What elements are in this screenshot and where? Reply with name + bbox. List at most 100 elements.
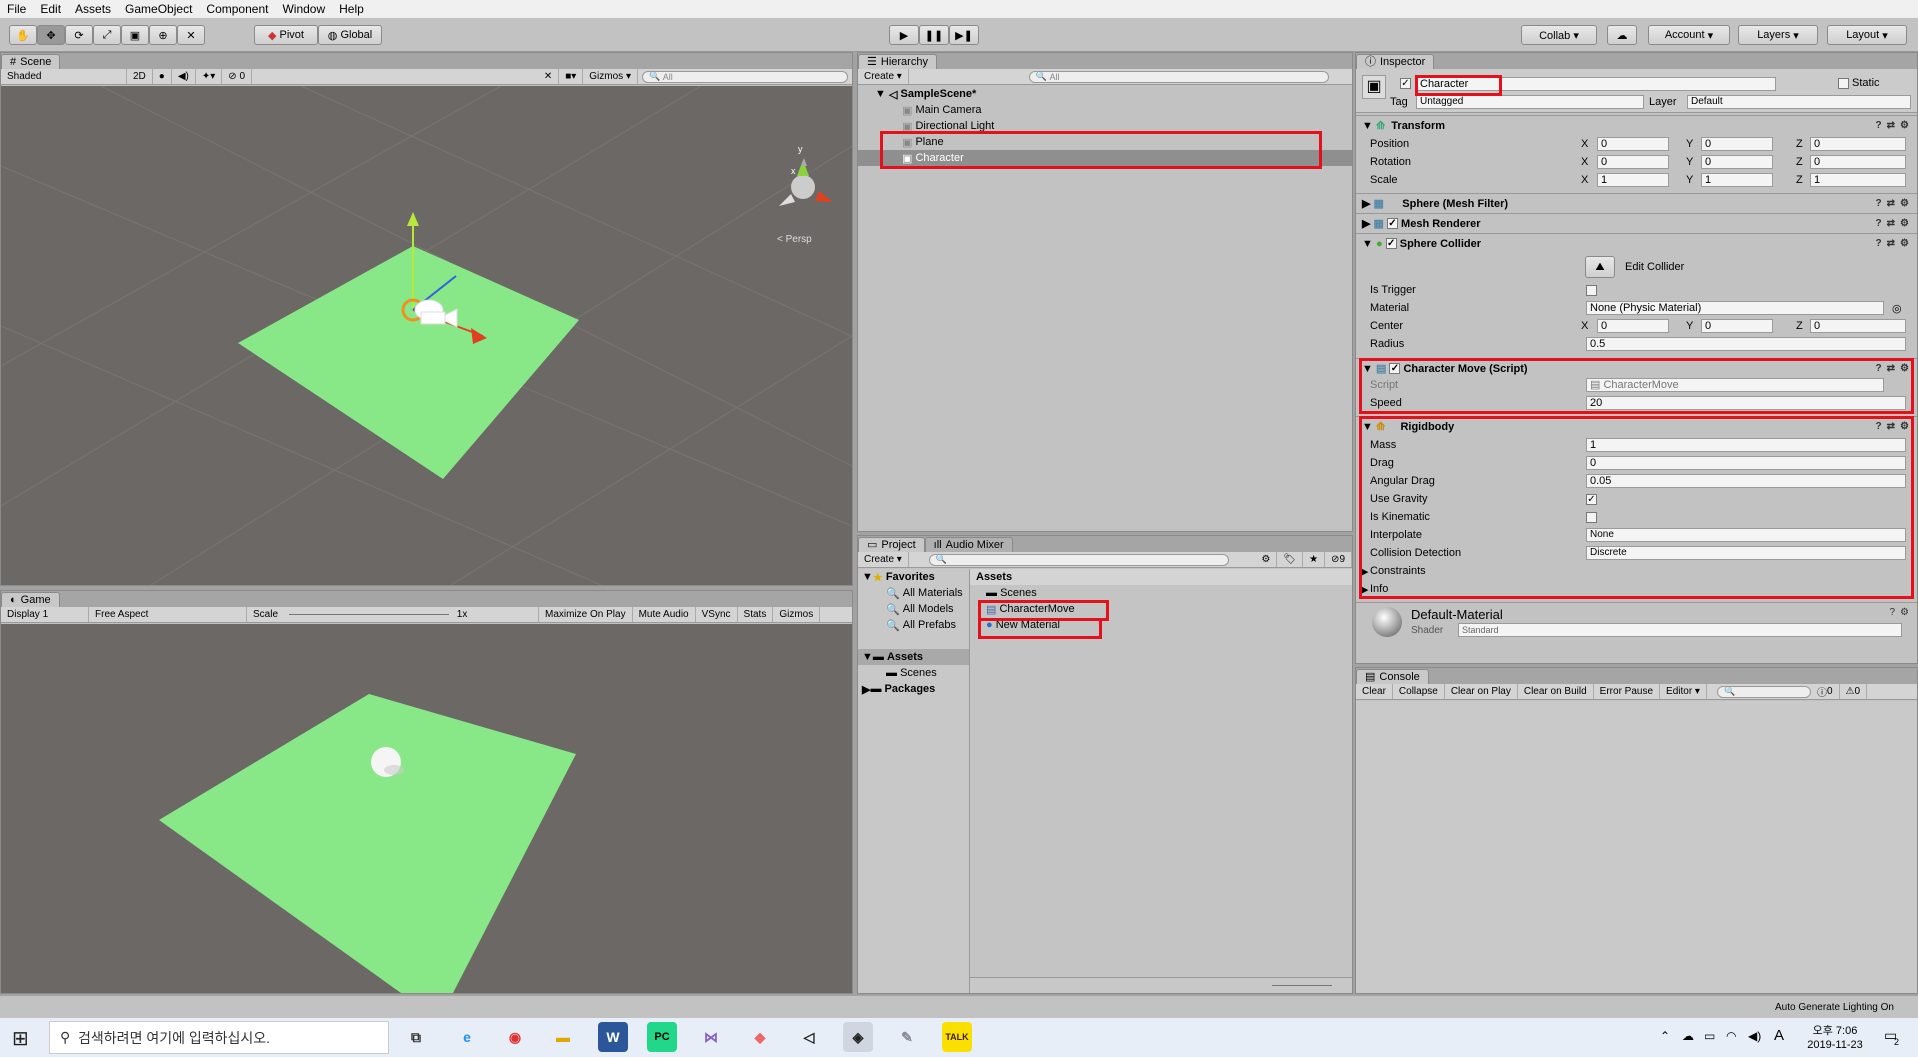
radius-field[interactable]: 0.5: [1586, 337, 1906, 351]
aspect-dropdown[interactable]: Free Aspect: [89, 607, 247, 622]
hidden-layers-icon[interactable]: ⊘ 0: [222, 69, 253, 84]
hierarchy-create-dropdown[interactable]: Create ▾: [858, 69, 909, 84]
scale-y[interactable]: 1: [1701, 173, 1773, 187]
settings-gear-icon[interactable]: ⚙: [1900, 421, 1909, 432]
sphere-collider-header[interactable]: ▼ ● ✓ Sphere Collider? ⇄ ⚙: [1356, 233, 1917, 253]
tag-dropdown[interactable]: Untagged: [1416, 95, 1644, 109]
play-button[interactable]: ▶: [889, 25, 919, 45]
layer-dropdown[interactable]: Default: [1687, 95, 1911, 109]
tree-packages-item[interactable]: ▶ ▬ Packages: [858, 681, 969, 697]
position-z[interactable]: 0: [1810, 137, 1906, 151]
preset-icon[interactable]: ⇄: [1887, 363, 1895, 374]
help-icon[interactable]: ?: [1876, 218, 1882, 229]
layout-dropdown[interactable]: Layout ▾: [1827, 25, 1907, 45]
tab-inspector[interactable]: ⓘ Inspector: [1356, 54, 1435, 69]
console-clear-button[interactable]: Clear: [1356, 684, 1393, 699]
internet-explorer-icon[interactable]: e: [452, 1022, 482, 1052]
console-info-filter[interactable]: ⓘ 0: [1811, 684, 1840, 699]
filter-label-icon[interactable]: 🏷: [1277, 552, 1304, 567]
center-y[interactable]: 0: [1701, 319, 1773, 333]
menu-help[interactable]: Help: [332, 2, 371, 16]
tab-project[interactable]: ▭ Project: [858, 537, 925, 552]
file-new-material[interactable]: ● New Material: [970, 617, 1352, 633]
tab-game[interactable]: ◐ Game: [1, 592, 60, 607]
favorite-all-models[interactable]: 🔍 All Models: [858, 601, 969, 617]
tab-console[interactable]: ▤ Console: [1356, 669, 1429, 684]
static-checkbox[interactable]: [1838, 78, 1849, 89]
console-clear-on-build-button[interactable]: Clear on Build: [1518, 684, 1594, 699]
icon-size-slider[interactable]: [1272, 985, 1332, 986]
effects-icon[interactable]: ✦▾: [196, 69, 223, 84]
console-clear-on-play-button[interactable]: Clear on Play: [1445, 684, 1518, 699]
2d-toggle[interactable]: 2D: [127, 69, 153, 84]
menu-component[interactable]: Component: [199, 2, 275, 16]
hidden-packages-icon[interactable]: ⊘ 9: [1325, 552, 1352, 567]
maximize-on-play-toggle[interactable]: Maximize On Play: [539, 607, 633, 622]
rotation-y[interactable]: 0: [1701, 155, 1773, 169]
use-gravity-checkbox[interactable]: ✓: [1586, 493, 1597, 505]
is-kinematic-checkbox[interactable]: [1586, 511, 1597, 523]
settings-gear-icon[interactable]: ⚙: [1900, 120, 1909, 131]
account-dropdown[interactable]: Account ▾: [1648, 25, 1730, 45]
battery-icon[interactable]: ▭: [1704, 1029, 1715, 1043]
persp-label[interactable]: < Persp: [777, 234, 812, 245]
kakaotalk-icon[interactable]: TALK: [942, 1022, 972, 1052]
console-editor-dropdown[interactable]: Editor ▾: [1660, 684, 1707, 699]
help-icon[interactable]: ?: [1876, 363, 1882, 374]
center-x[interactable]: 0: [1597, 319, 1669, 333]
position-y[interactable]: 0: [1701, 137, 1773, 151]
shader-dropdown[interactable]: Standard: [1458, 623, 1902, 637]
constraints-row[interactable]: ▶ Constraints: [1356, 562, 1917, 580]
settings-gear-icon[interactable]: ⚙: [1900, 198, 1909, 209]
custom-tool-icon[interactable]: ✕: [177, 25, 205, 45]
preset-icon[interactable]: ⇄: [1887, 218, 1895, 229]
help-icon[interactable]: ?: [1876, 120, 1882, 131]
shading-dropdown[interactable]: Shaded: [1, 69, 127, 84]
speed-field[interactable]: 20: [1586, 396, 1906, 410]
project-create-dropdown[interactable]: Create ▾: [858, 552, 909, 567]
move-tool-icon[interactable]: ✥: [37, 25, 65, 45]
filter-type-icon[interactable]: ⚙: [1255, 552, 1278, 567]
tools-icon[interactable]: ✕: [538, 69, 560, 84]
lighting-icon[interactable]: ●: [153, 69, 172, 84]
scene-viewport[interactable]: y x < Persp: [1, 86, 852, 585]
hand-tool-icon[interactable]: ✋: [9, 25, 37, 45]
scale-tool-icon[interactable]: ⤢: [93, 25, 121, 45]
position-x[interactable]: 0: [1597, 137, 1669, 151]
pycharm-icon[interactable]: PC: [647, 1022, 677, 1052]
collab-button[interactable]: Collab ▾: [1521, 25, 1597, 45]
word-icon[interactable]: W: [598, 1022, 628, 1052]
expand-arrow-icon[interactable]: ▼: [875, 88, 886, 100]
help-icon[interactable]: ?: [1876, 421, 1882, 432]
active-checkbox[interactable]: ✓: [1400, 78, 1411, 89]
vsync-toggle[interactable]: VSync: [696, 607, 738, 622]
volume-icon[interactable]: ◀): [1748, 1029, 1761, 1043]
help-icon[interactable]: ?: [1876, 238, 1882, 249]
scene-root-item[interactable]: ▼ ◁ SampleScene*: [858, 86, 1352, 102]
console-warning-filter[interactable]: ⚠ 0: [1840, 684, 1868, 699]
transform-tool-icon[interactable]: ⊕: [149, 25, 177, 45]
pause-button[interactable]: ❚❚: [919, 25, 949, 45]
collision-detection-dropdown[interactable]: Discrete: [1586, 546, 1906, 560]
transform-header[interactable]: ▼ ⟰ Transform? ⇄ ⚙: [1356, 115, 1917, 135]
rotate-tool-icon[interactable]: ⟳: [65, 25, 93, 45]
console-error-pause-button[interactable]: Error Pause: [1594, 684, 1661, 699]
settings-gear-icon[interactable]: ⚙: [1900, 238, 1909, 249]
hierarchy-item-directional-light[interactable]: ▣ Directional Light: [858, 118, 1352, 134]
taskbar-search-input[interactable]: ⚲ 검색하려면 여기에 입력하십시오.: [49, 1021, 389, 1054]
display-dropdown[interactable]: Display 1: [1, 607, 89, 622]
tab-audio-mixer[interactable]: ıll Audio Mixer: [924, 537, 1013, 552]
settings-gear-icon[interactable]: ⚙: [1900, 607, 1909, 618]
taskbar-time[interactable]: 오후 7:06: [1800, 1022, 1870, 1038]
global-button[interactable]: ◍ Global: [318, 25, 382, 45]
menu-file[interactable]: File: [0, 2, 33, 16]
game-viewport[interactable]: [1, 624, 852, 993]
mute-audio-toggle[interactable]: Mute Audio: [633, 607, 696, 622]
tray-overflow-icon[interactable]: ⌃: [1660, 1029, 1670, 1043]
scale-x[interactable]: 1: [1597, 173, 1669, 187]
hierarchy-item-main-camera[interactable]: ▣ Main Camera: [858, 102, 1352, 118]
mesh-filter-header[interactable]: ▶ ▦ Sphere (Mesh Filter)? ⇄ ⚙: [1356, 193, 1917, 213]
help-icon[interactable]: ?: [1876, 198, 1882, 209]
camera-icon[interactable]: ■▾: [559, 69, 584, 84]
mesh-renderer-header[interactable]: ▶ ▦ ✓ Mesh Renderer? ⇄ ⚙: [1356, 213, 1917, 233]
